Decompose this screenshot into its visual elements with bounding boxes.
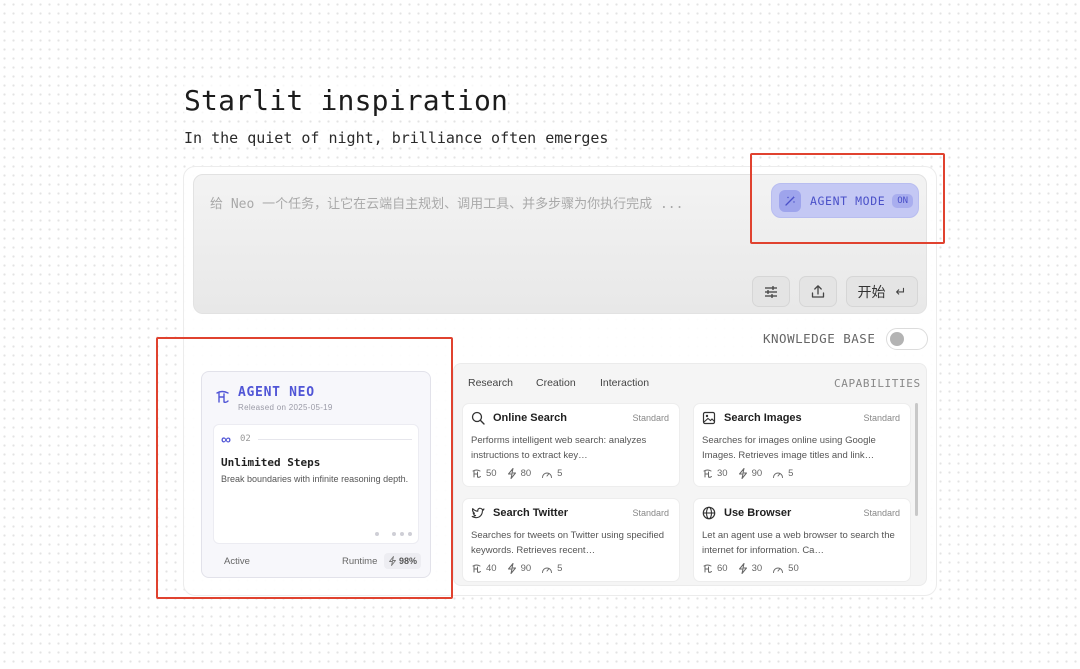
stat-value: 90 xyxy=(751,468,763,479)
bolt-icon xyxy=(738,468,747,479)
capability-card-search-twitter[interactable]: Search Twitter Standard Searches for twe… xyxy=(462,498,680,582)
gauge-icon xyxy=(773,567,784,573)
start-button[interactable]: 开始 ↵ xyxy=(846,276,918,307)
stat-value: 50 xyxy=(788,563,799,574)
sliders-icon xyxy=(765,285,777,298)
capability-name: Search Images xyxy=(724,412,802,424)
task-input-placeholder: 给 Neo 一个任务，让它在云端自主规划、调用工具、并多步骤为你执行完成 ... xyxy=(210,197,684,212)
capability-name: Search Twitter xyxy=(493,507,568,519)
capability-tier: Standard xyxy=(863,508,900,518)
tab-creation[interactable]: Creation xyxy=(536,377,576,389)
highlight-agent-card xyxy=(156,337,453,599)
brain-icon xyxy=(703,469,712,478)
stat-value: 30 xyxy=(751,563,763,574)
capability-description: Searches for images online using Google … xyxy=(702,435,876,461)
capability-tier: Standard xyxy=(863,413,900,423)
stat-value: 30 xyxy=(717,468,728,479)
upload-button[interactable] xyxy=(799,276,837,307)
capability-tier: Standard xyxy=(632,413,669,423)
bolt-icon xyxy=(738,563,747,574)
capability-card-online-search[interactable]: Online Search Standard Performs intellig… xyxy=(462,403,680,487)
knowledge-base-label: KNOWLEDGE BASE xyxy=(763,331,876,346)
capability-stats: 60 30 50 xyxy=(702,563,809,574)
gauge-icon xyxy=(542,472,553,478)
knowledge-base-toggle[interactable] xyxy=(886,328,928,350)
search-icon xyxy=(471,411,485,425)
brain-icon xyxy=(472,564,481,573)
stat-value: 5 xyxy=(557,468,563,479)
stat-value: 60 xyxy=(717,563,728,574)
image-icon xyxy=(702,411,716,425)
gauge-icon xyxy=(773,472,784,478)
tab-research[interactable]: Research xyxy=(468,377,513,389)
start-button-label: 开始 xyxy=(857,283,886,300)
stat-value: 40 xyxy=(486,563,497,574)
page-title: Starlit inspiration xyxy=(184,84,509,117)
twitter-icon xyxy=(471,507,485,519)
capabilities-scrollbar[interactable] xyxy=(915,403,918,516)
highlight-agent-mode xyxy=(750,153,945,244)
bolt-icon xyxy=(507,468,516,479)
capability-description: Performs intelligent web search: analyze… xyxy=(471,435,647,461)
tab-interaction[interactable]: Interaction xyxy=(600,377,649,389)
enter-key-icon: ↵ xyxy=(895,283,907,299)
upload-icon xyxy=(811,285,825,298)
stat-value: 80 xyxy=(520,468,532,479)
capability-description: Searches for tweets on Twitter using spe… xyxy=(471,530,665,556)
stat-value: 50 xyxy=(486,468,497,479)
stat-value: 5 xyxy=(788,468,794,479)
gauge-icon xyxy=(542,567,553,573)
brain-icon xyxy=(703,564,712,573)
stat-value: 5 xyxy=(557,563,563,574)
capability-card-search-images[interactable]: Search Images Standard Searches for imag… xyxy=(693,403,911,487)
capability-stats: 50 80 5 xyxy=(471,468,572,479)
brain-icon xyxy=(472,469,481,478)
bolt-icon xyxy=(507,563,516,574)
capability-card-use-browser[interactable]: Use Browser Standard Let an agent use a … xyxy=(693,498,911,582)
capability-name: Online Search xyxy=(493,412,567,424)
capability-name: Use Browser xyxy=(724,507,792,519)
capabilities-header: CAPABILITIES xyxy=(834,377,921,390)
stat-value: 90 xyxy=(520,563,532,574)
capability-tier: Standard xyxy=(632,508,669,518)
capability-stats: 40 90 5 xyxy=(471,563,572,574)
settings-button[interactable] xyxy=(752,276,790,307)
capability-description: Let an agent use a web browser to search… xyxy=(702,530,895,556)
page-subtitle: In the quiet of night, brilliance often … xyxy=(184,129,609,147)
globe-icon xyxy=(702,506,716,520)
capability-stats: 30 90 5 xyxy=(702,468,803,479)
toggle-knob xyxy=(890,332,904,346)
